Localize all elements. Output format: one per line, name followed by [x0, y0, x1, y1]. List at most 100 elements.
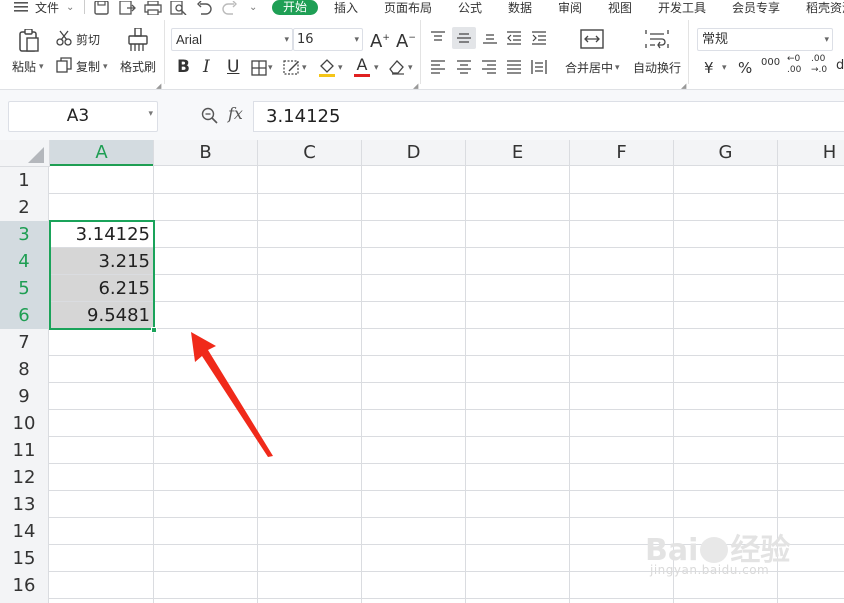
font-size-select[interactable]: 16 ▾: [293, 28, 363, 51]
cut-button[interactable]: 剪切: [76, 32, 100, 48]
decrease-decimal-button[interactable]: .00 →.0: [811, 54, 827, 80]
font-name-select[interactable]: Arial ▾: [171, 28, 293, 51]
distribute-icon[interactable]: [531, 59, 547, 75]
undo-icon[interactable]: [196, 1, 212, 16]
save-icon[interactable]: [94, 1, 110, 16]
name-box-chevron-icon[interactable]: ▾: [148, 109, 153, 119]
print-icon[interactable]: [144, 1, 162, 16]
thousands-separator-button[interactable]: 000: [761, 56, 780, 76]
increase-decimal-button[interactable]: ←0.00: [787, 54, 801, 80]
align-left-icon[interactable]: [430, 60, 446, 76]
increase-indent-icon[interactable]: [531, 31, 547, 47]
copy-chevron-icon[interactable]: ▾: [103, 59, 108, 75]
merge-center-icon[interactable]: [580, 29, 604, 51]
select-all-corner[interactable]: [0, 140, 50, 167]
column-header-e[interactable]: E: [466, 140, 570, 166]
clear-format-chevron-icon[interactable]: ▾: [408, 60, 413, 76]
decrease-indent-icon[interactable]: [506, 31, 522, 47]
underline-button[interactable]: U: [227, 56, 239, 78]
align-middle-button[interactable]: [452, 27, 476, 49]
column-header-a[interactable]: A: [50, 140, 154, 166]
column-header-c[interactable]: C: [258, 140, 362, 166]
align-right-icon[interactable]: [481, 60, 497, 76]
name-box[interactable]: A3 ▾: [8, 101, 158, 132]
percent-button[interactable]: %: [738, 58, 752, 78]
cell-style-chevron-icon[interactable]: ▾: [302, 60, 307, 76]
more-number-button[interactable]: d: [836, 58, 844, 74]
column-header-g[interactable]: G: [674, 140, 778, 166]
function-button[interactable]: fx: [228, 104, 243, 123]
fill-handle[interactable]: [151, 327, 157, 333]
format-painter-button[interactable]: 格式刷: [120, 59, 156, 75]
cut-icon[interactable]: [56, 30, 72, 46]
tab-data[interactable]: 数据: [508, 0, 532, 16]
borders-icon[interactable]: [251, 60, 267, 76]
export-pdf-icon[interactable]: [119, 1, 137, 16]
borders-chevron-icon[interactable]: ▾: [268, 60, 273, 76]
paste-chevron-icon[interactable]: ▾: [39, 59, 44, 75]
clear-format-icon[interactable]: [388, 59, 406, 75]
tab-member[interactable]: 会员专享: [732, 0, 780, 16]
zoom-find-icon[interactable]: [201, 107, 219, 128]
column-header-b[interactable]: B: [154, 140, 258, 166]
fill-color-icon[interactable]: [318, 58, 336, 77]
shrink-font-button[interactable]: A−: [396, 27, 416, 52]
row-header-7[interactable]: 7: [0, 329, 49, 356]
row-header-13[interactable]: 13: [0, 491, 49, 518]
column-header-f[interactable]: F: [570, 140, 674, 166]
row-header-15[interactable]: 15: [0, 545, 49, 572]
align-center-icon[interactable]: [456, 60, 472, 76]
formula-input[interactable]: 3.14125: [253, 101, 844, 132]
row-header-12[interactable]: 12: [0, 464, 49, 491]
row-header-11[interactable]: 11: [0, 437, 49, 464]
quick-access-chevron-icon[interactable]: ⌄: [249, 0, 257, 16]
paste-icon[interactable]: [17, 29, 41, 53]
tab-developer[interactable]: 开发工具: [658, 0, 706, 16]
row-header-1[interactable]: 1: [0, 167, 49, 194]
row-header-3[interactable]: 3: [0, 221, 49, 248]
font-color-button[interactable]: A: [354, 56, 370, 80]
tab-review[interactable]: 审阅: [558, 0, 582, 16]
row-header-5[interactable]: 5: [0, 275, 49, 302]
tab-formulas[interactable]: 公式: [458, 0, 482, 16]
align-top-icon[interactable]: [430, 31, 446, 47]
tab-insert[interactable]: 插入: [334, 0, 358, 16]
spreadsheet-grid[interactable]: A B C D E F G H 1 2 3 4 5 6 7 8 9 10 11 …: [0, 140, 844, 603]
tab-page-layout[interactable]: 页面布局: [384, 0, 432, 16]
tab-docer[interactable]: 稻壳资源: [806, 0, 844, 16]
print-preview-icon[interactable]: [170, 1, 188, 16]
tab-home[interactable]: 开始: [272, 0, 318, 15]
wrap-text-button[interactable]: 自动换行: [633, 60, 681, 76]
merge-center-chevron-icon[interactable]: ▾: [615, 60, 620, 76]
currency-chevron-icon[interactable]: ▾: [722, 60, 727, 76]
column-header-d[interactable]: D: [362, 140, 466, 166]
column-header-h[interactable]: H: [778, 140, 844, 166]
row-header-16[interactable]: 16: [0, 572, 49, 599]
bold-button[interactable]: B: [177, 56, 190, 78]
copy-button[interactable]: 复制: [76, 59, 100, 75]
hamburger-menu-icon[interactable]: [14, 2, 28, 16]
paste-button[interactable]: 粘贴: [12, 59, 36, 75]
format-painter-icon[interactable]: [127, 28, 149, 52]
tab-view[interactable]: 视图: [608, 0, 632, 16]
font-color-chevron-icon[interactable]: ▾: [374, 60, 379, 76]
copy-icon[interactable]: [56, 57, 72, 73]
row-header-10[interactable]: 10: [0, 410, 49, 437]
justify-icon[interactable]: [506, 60, 522, 76]
row-header-2[interactable]: 2: [0, 194, 49, 221]
fill-color-chevron-icon[interactable]: ▾: [338, 60, 343, 76]
file-menu-chevron-icon[interactable]: ⌄: [66, 0, 74, 16]
row-header-6[interactable]: 6: [0, 302, 49, 329]
row-header-14[interactable]: 14: [0, 518, 49, 545]
merge-center-button[interactable]: 合并居中: [565, 60, 613, 76]
redo-icon[interactable]: [222, 1, 238, 16]
row-header-9[interactable]: 9: [0, 383, 49, 410]
align-bottom-icon[interactable]: [482, 31, 498, 47]
row-header-17[interactable]: [0, 599, 49, 603]
row-header-8[interactable]: 8: [0, 356, 49, 383]
file-menu[interactable]: 文件: [35, 0, 59, 16]
grow-font-button[interactable]: A+: [370, 27, 390, 52]
cell-style-icon[interactable]: [283, 60, 301, 76]
number-format-select[interactable]: 常规 ▾: [697, 28, 833, 51]
italic-button[interactable]: I: [203, 56, 210, 78]
